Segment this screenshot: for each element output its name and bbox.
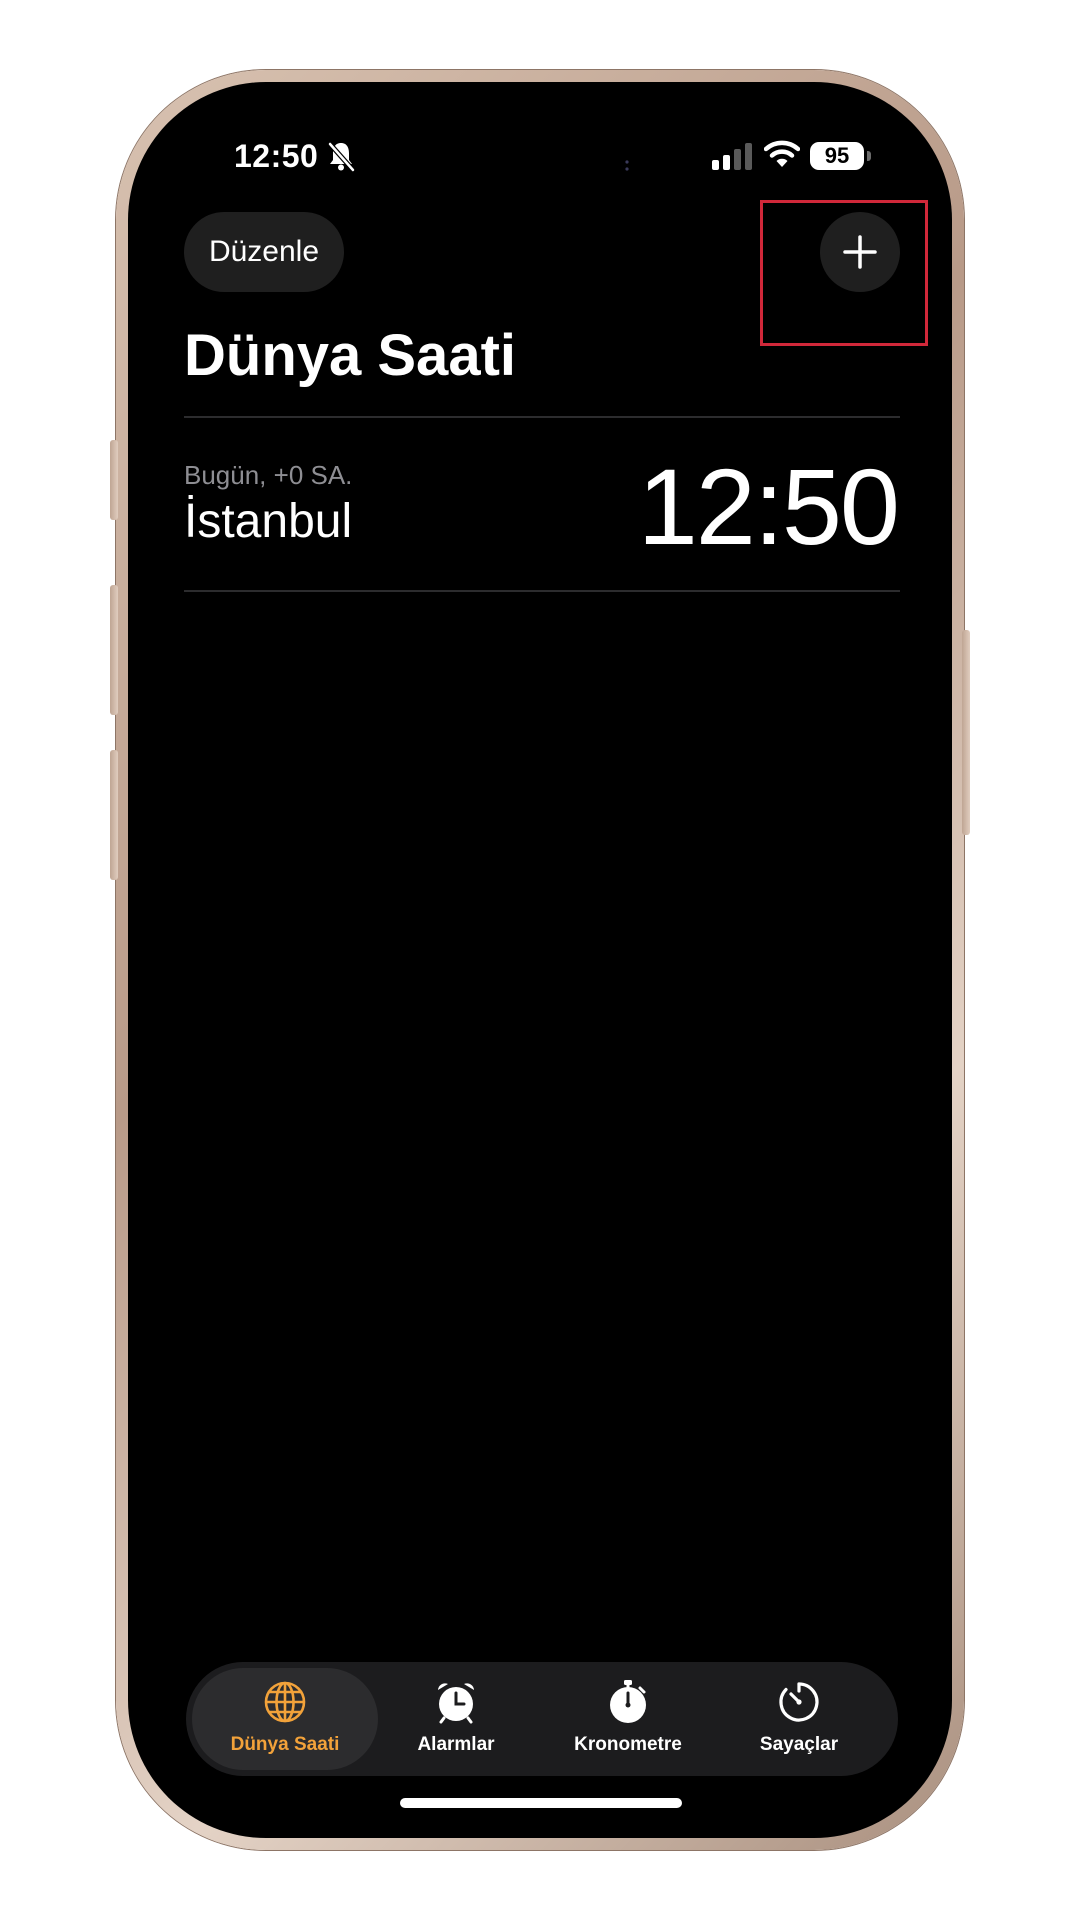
tab-timers[interactable]: Sayaçlar [706, 1668, 892, 1770]
page-title: Dünya Saati [184, 323, 516, 388]
wifi-icon [764, 140, 800, 167]
tab-stopwatch[interactable]: Kronometre [535, 1668, 721, 1770]
stopwatch-icon [610, 1680, 646, 1723]
phone-screen: 12:50 95 Düzenle Dünya Saati Bugün, +0 S… [128, 82, 952, 1838]
tab-label: Dünya Saati [230, 1734, 340, 1755]
action-button [110, 440, 118, 520]
edit-button[interactable]: Düzenle [184, 212, 344, 292]
tab-label: Sayaçlar [759, 1734, 839, 1755]
highlight-annotation [760, 200, 928, 346]
tab-alarms[interactable]: Alarmlar [363, 1668, 549, 1770]
battery-tip [867, 151, 871, 161]
divider [184, 416, 900, 418]
battery-icon: 95 [810, 142, 864, 170]
volume-down-button [110, 750, 118, 880]
globe-icon [264, 1681, 306, 1723]
clock-city-name: İstanbul [184, 495, 353, 548]
clock-offset-label: Bugün, +0 SA. [184, 460, 353, 490]
battery-level: 95 [824, 143, 850, 168]
home-indicator[interactable] [400, 1798, 682, 1808]
tab-label: Kronometre [574, 1734, 682, 1755]
divider [184, 590, 900, 592]
status-time: 12:50 [234, 138, 319, 174]
tab-world-clock[interactable]: Dünya Saati [192, 1668, 378, 1770]
tab-label: Alarmlar [417, 1734, 495, 1755]
alarm-clock-icon [438, 1683, 474, 1724]
camera-indicator-icon [625, 160, 629, 171]
volume-up-button [110, 585, 118, 715]
signal-icon [712, 143, 752, 170]
tab-bar: Dünya Saati Alarmlar Kronometre Sayaçlar [186, 1662, 898, 1776]
timer-icon [779, 1682, 819, 1722]
power-button [962, 630, 970, 835]
screenshot-stage: 12:50 95 Düzenle Dünya Saati Bugün, +0 S… [0, 0, 1080, 1920]
bell-slash-icon [328, 142, 355, 172]
clock-time: 12:50 [637, 446, 900, 567]
